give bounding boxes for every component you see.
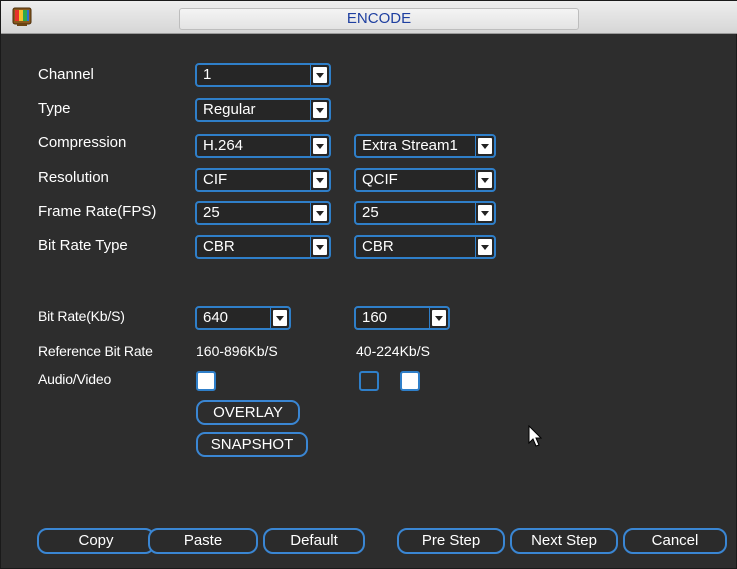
extra-bit-rate-type-select[interactable]: CBR (354, 235, 496, 259)
audio-video-label: Audio/Video (38, 371, 112, 387)
compression-label: Compression (38, 134, 127, 151)
chevron-down-icon (478, 138, 492, 154)
chevron-down-icon (432, 310, 446, 326)
extra-bit-rate-value: 160 (362, 309, 388, 326)
copy-button[interactable]: Copy (37, 528, 155, 554)
channel-value: 1 (203, 66, 212, 83)
extra-stream-select[interactable]: Extra Stream1 (354, 134, 496, 158)
resolution-value: CIF (203, 171, 228, 188)
cancel-button[interactable]: Cancel (623, 528, 727, 554)
channel-select[interactable]: 1 (195, 63, 331, 87)
mouse-cursor-icon (528, 425, 543, 447)
title-bar: ENCODE (1, 1, 737, 34)
extra-frame-rate-value: 25 (362, 204, 379, 221)
bit-rate-type-select[interactable]: CBR (195, 235, 331, 259)
chevron-down-icon (313, 172, 327, 188)
frame-rate-select[interactable]: 25 (195, 201, 331, 225)
type-label: Type (38, 100, 71, 117)
extra-reference-bit-rate-value: 40-224Kb/S (356, 343, 430, 359)
overlay-button[interactable]: OVERLAY (196, 400, 300, 425)
compression-value: H.264 (203, 137, 244, 154)
extra-frame-rate-select[interactable]: 25 (354, 201, 496, 225)
extra-resolution-select[interactable]: QCIF (354, 168, 496, 192)
pre-step-button[interactable]: Pre Step (397, 528, 505, 554)
chevron-down-icon (313, 102, 327, 118)
chevron-down-icon (313, 239, 327, 255)
extra-bit-rate-select[interactable]: 160 (354, 306, 450, 330)
frame-rate-value: 25 (203, 204, 220, 221)
extra-bit-rate-type-value: CBR (362, 238, 394, 255)
bit-rate-type-label: Bit Rate Type (38, 237, 128, 254)
channel-label: Channel (38, 66, 94, 83)
chevron-down-icon (478, 172, 492, 188)
bit-rate-select[interactable]: 640 (195, 306, 291, 330)
chevron-down-icon (313, 138, 327, 154)
extra-stream-value: Extra Stream1 (362, 137, 458, 154)
frame-rate-label: Frame Rate(FPS) (38, 203, 157, 220)
extra-resolution-value: QCIF (362, 171, 398, 188)
resolution-label: Resolution (38, 169, 109, 186)
app-icon (12, 7, 32, 26)
bit-rate-label: Bit Rate(Kb/S) (38, 308, 125, 324)
chevron-down-icon (313, 67, 327, 83)
extra-video-checkbox[interactable] (400, 371, 420, 391)
window-title: ENCODE (346, 10, 412, 27)
compression-select[interactable]: H.264 (195, 134, 331, 158)
bit-rate-value: 640 (203, 309, 229, 326)
encode-window: ENCODE Channel 1 Type Regular Compressio… (0, 0, 737, 569)
snapshot-button[interactable]: SNAPSHOT (196, 432, 308, 457)
main-audio-video-checkbox[interactable] (196, 371, 216, 391)
reference-bit-rate-value: 160-896Kb/S (196, 343, 278, 359)
resolution-select[interactable]: CIF (195, 168, 331, 192)
default-button[interactable]: Default (263, 528, 365, 554)
type-value: Regular (203, 101, 256, 118)
bit-rate-type-value: CBR (203, 238, 235, 255)
chevron-down-icon (478, 205, 492, 221)
reference-bit-rate-label: Reference Bit Rate (38, 343, 153, 359)
chevron-down-icon (273, 310, 287, 326)
next-step-button[interactable]: Next Step (510, 528, 618, 554)
paste-button[interactable]: Paste (148, 528, 258, 554)
chevron-down-icon (478, 239, 492, 255)
extra-audio-checkbox[interactable] (359, 371, 379, 391)
type-select[interactable]: Regular (195, 98, 331, 122)
chevron-down-icon (313, 205, 327, 221)
